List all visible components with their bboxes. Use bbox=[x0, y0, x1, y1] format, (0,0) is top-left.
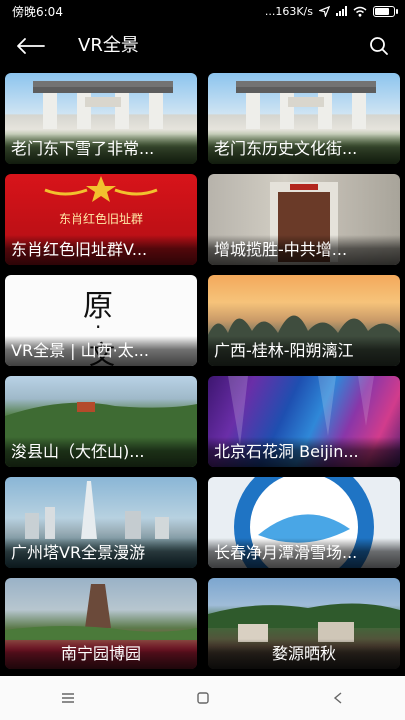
search-icon[interactable] bbox=[367, 34, 391, 58]
system-nav-bar bbox=[0, 676, 405, 720]
vr-card[interactable]: 原 · 文 VR全景 | 山西·太... bbox=[5, 275, 197, 366]
card-banner-text: 东肖红色旧址群 bbox=[58, 212, 143, 226]
card-title: 老门东下雪了非常... bbox=[5, 134, 197, 164]
vr-card[interactable]: 长春净月潭滑雪场... bbox=[208, 477, 400, 568]
card-thumbnail bbox=[33, 81, 173, 129]
card-title: 广西-桂林-阳朔漓江 bbox=[208, 336, 400, 366]
battery-icon bbox=[373, 5, 398, 17]
card-title: 老门东历史文化街... bbox=[208, 134, 400, 164]
vr-card[interactable]: 增城揽胜-中共增... bbox=[208, 174, 400, 265]
vr-card[interactable]: 南宁园博园 bbox=[5, 578, 197, 669]
battery-fill bbox=[375, 7, 389, 15]
vr-card[interactable]: 广西-桂林-阳朔漓江 bbox=[208, 275, 400, 366]
vr-card[interactable]: 北京石花洞 Beijin... bbox=[208, 376, 400, 467]
menu-button[interactable] bbox=[48, 683, 88, 713]
vr-card[interactable]: 老门东历史文化街... bbox=[208, 73, 400, 164]
card-title: 增城揽胜-中共增... bbox=[208, 235, 400, 265]
vr-card[interactable]: 婺源晒秋 bbox=[208, 578, 400, 669]
card-thumbnail bbox=[236, 81, 376, 129]
app-bar: VR全景 bbox=[0, 22, 405, 70]
arrow-left-icon[interactable] bbox=[14, 34, 46, 58]
vr-card[interactable]: 东肖红色旧址群 东肖红色旧址群V... bbox=[5, 174, 197, 265]
back-triangle-icon bbox=[333, 692, 341, 704]
card-title: 南宁园博园 bbox=[5, 639, 197, 669]
vr-card[interactable]: 广州塔VR全景漫游 bbox=[5, 477, 197, 568]
signal-icon bbox=[336, 6, 347, 16]
page-title: VR全景 bbox=[78, 35, 139, 56]
menu-icon bbox=[61, 693, 74, 703]
card-title: 浚县山（大伾山)... bbox=[5, 437, 197, 467]
card-title: 婺源晒秋 bbox=[208, 639, 400, 669]
status-icons: ...163K/s bbox=[264, 4, 398, 18]
vr-card-grid: 老门东下雪了非常... 老门东历史文化街... 东肖红色旧址群 东肖红色旧址群V… bbox=[5, 73, 400, 669]
card-title: 北京石花洞 Beijin... bbox=[208, 437, 400, 467]
location-arrow-icon bbox=[319, 5, 330, 17]
vr-card[interactable]: 浚县山（大伾山)... bbox=[5, 376, 197, 467]
card-title: 东肖红色旧址群V... bbox=[5, 235, 197, 265]
home-button[interactable] bbox=[183, 683, 223, 713]
card-title: 长春净月潭滑雪场... bbox=[208, 538, 400, 568]
card-title: 广州塔VR全景漫游 bbox=[5, 538, 197, 568]
status-time: 傍晚6:04 bbox=[12, 4, 63, 19]
back-button[interactable] bbox=[318, 683, 358, 713]
wifi-icon bbox=[353, 6, 367, 17]
vr-card[interactable]: 老门东下雪了非常... bbox=[5, 73, 197, 164]
network-speed: ...163K/s bbox=[264, 4, 313, 18]
card-title: VR全景 | 山西·太... bbox=[5, 336, 197, 366]
status-bar: 傍晚6:04 ...163K/s bbox=[0, 0, 405, 22]
home-square-icon bbox=[196, 692, 209, 704]
